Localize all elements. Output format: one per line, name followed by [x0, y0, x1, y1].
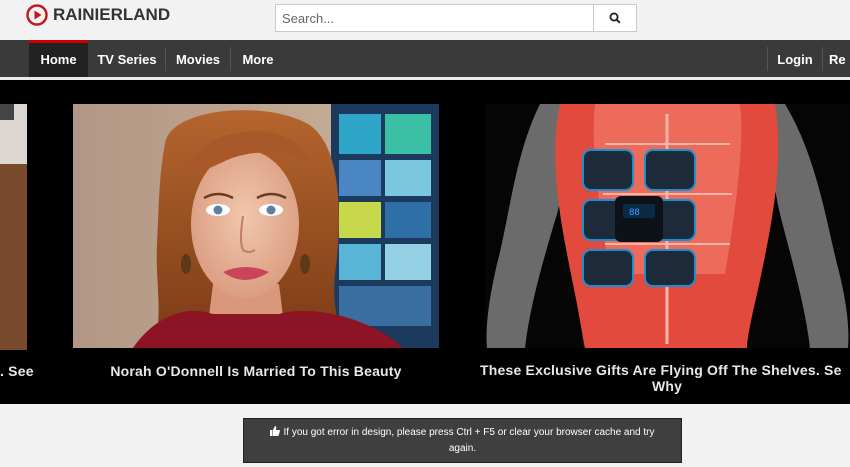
nav-more[interactable]: More [231, 40, 285, 77]
caption-word: Why [652, 378, 683, 394]
search-button[interactable] [593, 4, 637, 32]
notice-line-1: If you got error in design, please press… [244, 425, 681, 441]
thumbs-up-icon [270, 426, 281, 436]
slide-image-abs-device[interactable]: 88 [485, 104, 850, 348]
nav-login[interactable]: Login [768, 40, 822, 77]
anchor-photo [73, 104, 439, 348]
slide-caption-anchor[interactable]: Norah O'Donnell Is Married To This Beaut… [73, 363, 439, 379]
slide-image-anchor[interactable] [73, 104, 439, 348]
nav-movies[interactable]: Movies [166, 40, 230, 77]
ad-carousel: 88 . See Norah O'Donnell Is Married To T… [0, 80, 850, 404]
nav-divider [822, 47, 823, 71]
brand-name: RAINIERLAND [53, 5, 171, 24]
search-icon [609, 12, 621, 24]
nav-tv-series[interactable]: TV Series [89, 40, 165, 77]
notice-line-2: again. [448, 443, 477, 454]
play-circle-icon [26, 4, 48, 26]
top-bar: RAINIERLAND [0, 0, 850, 40]
nav-register[interactable]: Re [829, 40, 850, 77]
abs-photo: 88 [485, 104, 850, 348]
search-input[interactable] [275, 4, 595, 32]
svg-text:88: 88 [629, 208, 640, 218]
slide-caption-abs-line1[interactable]: These Exclusive Gifts Are Flying Off The… [480, 362, 850, 378]
nav-home[interactable]: Home [29, 40, 88, 77]
cache-notice: If you got error in design, please press… [243, 418, 682, 463]
slide-caption-partial[interactable]: . See [0, 363, 40, 379]
slide-image-partial[interactable] [0, 104, 27, 350]
logo[interactable]: RAINIERLAND [26, 4, 170, 26]
main-nav: Home TV Series Movies More Login Re [0, 40, 850, 80]
search-bar [275, 4, 637, 32]
notice-text-1: If you got error in design, please press… [283, 427, 655, 438]
